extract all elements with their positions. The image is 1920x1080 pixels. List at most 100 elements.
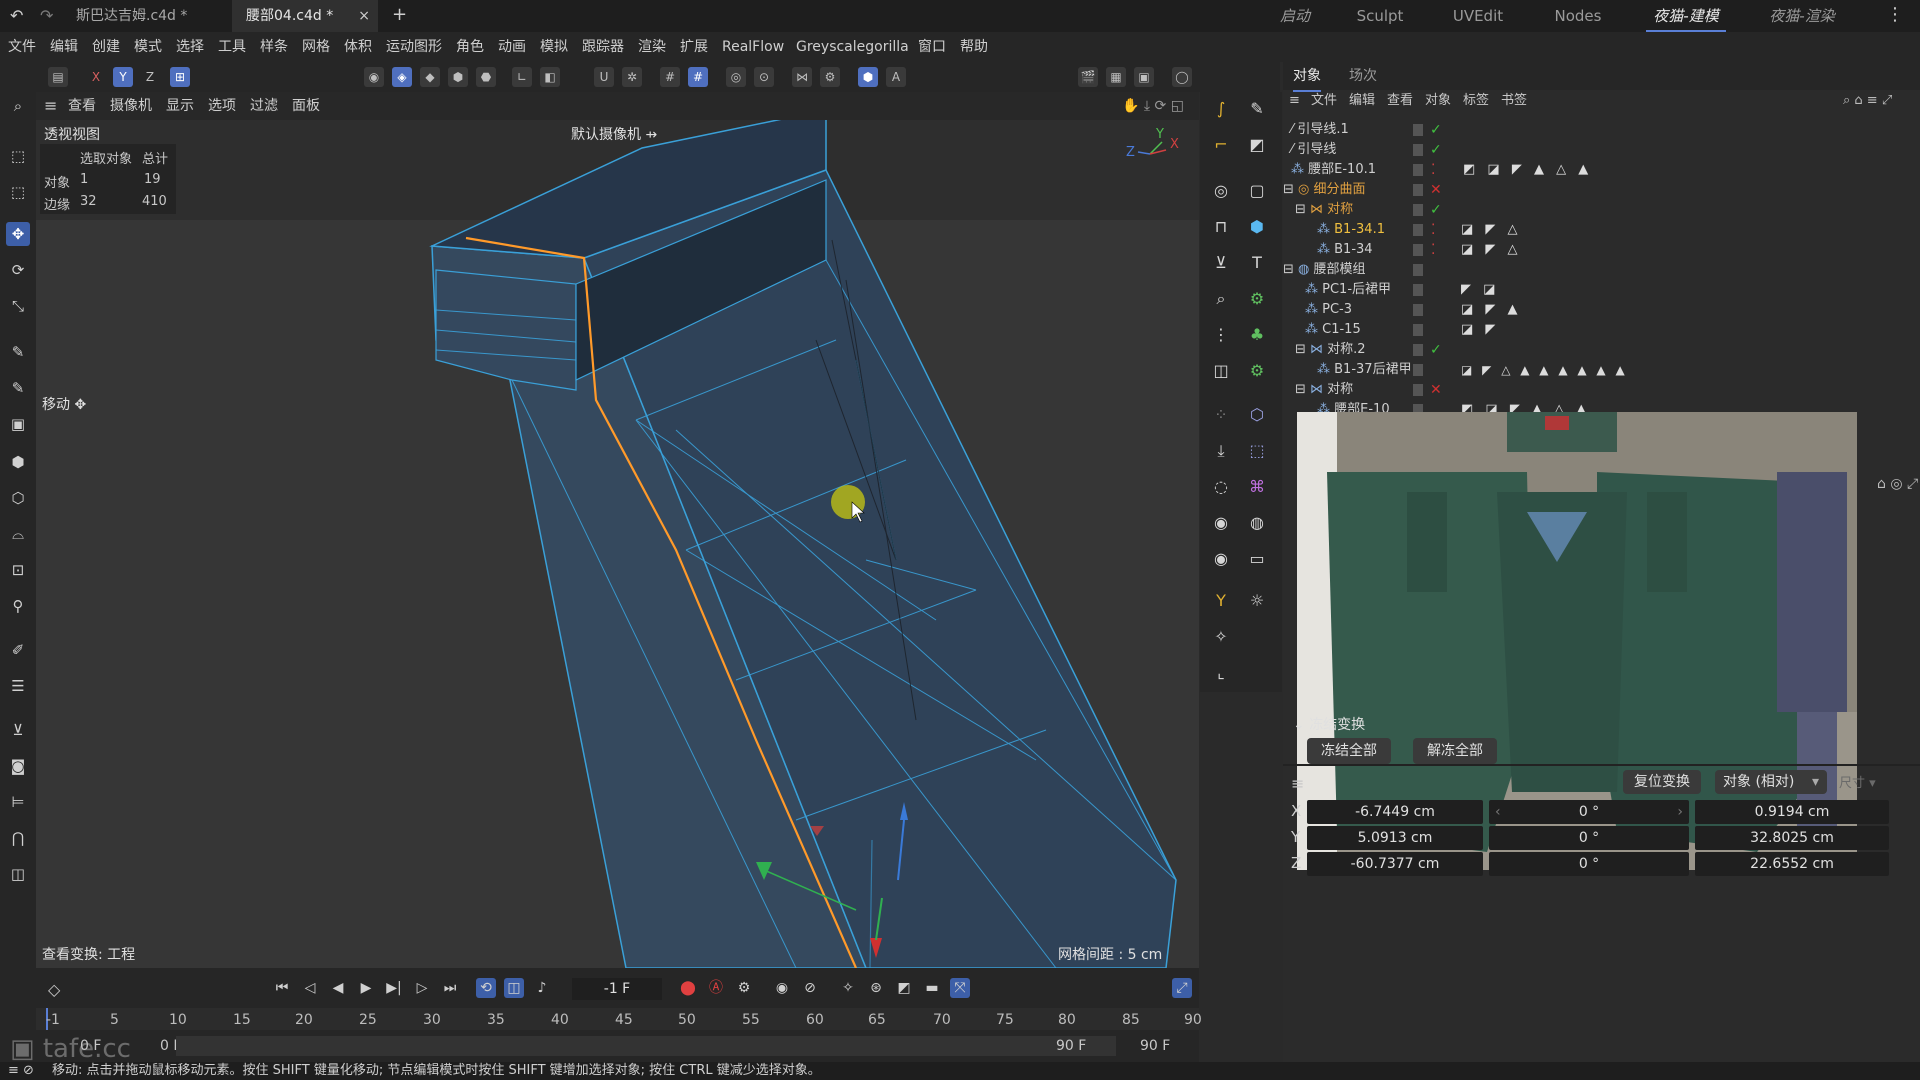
move-tool-icon[interactable]: ✥: [6, 222, 30, 246]
om-hamburger-icon[interactable]: ≡: [1289, 90, 1300, 112]
cube-primitive-icon[interactable]: ⬢: [1244, 214, 1270, 240]
axis-x-toggle[interactable]: X: [86, 67, 106, 87]
go-to-end-icon[interactable]: ⏭: [440, 978, 460, 998]
menu-character[interactable]: 角色: [456, 32, 484, 62]
visibility-dot[interactable]: [1413, 264, 1423, 276]
auto-key-icon[interactable]: Ⓐ: [706, 978, 726, 998]
bridge-icon[interactable]: ⌓: [6, 522, 30, 546]
list-item[interactable]: ⁂ C1-15 ◪ ◤: [1283, 320, 1920, 340]
symmetry-object-icon[interactable]: ◫: [1208, 358, 1234, 384]
visibility-dot[interactable]: [1413, 204, 1423, 216]
hide-icon[interactable]: ◌: [1208, 474, 1234, 500]
spline-arrow-icon[interactable]: ⌐: [1208, 132, 1234, 158]
new-tab-icon[interactable]: +: [392, 4, 407, 25]
vp-menu-display[interactable]: 显示: [166, 92, 194, 120]
deformer-icon[interactable]: ⬡: [1244, 402, 1270, 428]
visibility-dot[interactable]: [1413, 184, 1423, 196]
point-level-icon[interactable]: ⊛: [866, 978, 886, 998]
floor-icon[interactable]: ⊻: [6, 718, 30, 742]
menu-select[interactable]: 选择: [176, 32, 204, 62]
rotation-y-field[interactable]: 0 °: [1489, 826, 1689, 850]
mirror-icon[interactable]: ⋈: [792, 67, 812, 87]
snap-icon[interactable]: U: [594, 67, 614, 87]
coord-mode-select[interactable]: 对象 (相对) ▾: [1715, 770, 1827, 794]
list-item[interactable]: ⁄ 引导线.1 ✓: [1283, 120, 1920, 140]
menu-volume[interactable]: 体积: [344, 32, 372, 62]
position-y-field[interactable]: 5.0913 cm: [1307, 826, 1483, 850]
keyframe-diamond-icon[interactable]: ◇: [48, 980, 60, 999]
visibility-icon[interactable]: ◉: [1208, 510, 1234, 536]
menu-help[interactable]: 帮助: [960, 32, 988, 62]
coord-system-icon[interactable]: ⊞: [170, 67, 190, 87]
visibility-dot[interactable]: [1413, 324, 1423, 336]
viewport[interactable]: Y Z X 透视视图 默认摄像机 ⇸ 选取对象 总计 对象 1 19 边缘 32…: [36, 120, 1199, 968]
joint-icon[interactable]: Y: [1208, 588, 1234, 614]
position-z-field[interactable]: -60.7377 cm: [1307, 852, 1483, 876]
status-menu-icon[interactable]: ≡ ⊘: [8, 1062, 34, 1080]
render-view-icon[interactable]: 🎬: [1078, 67, 1098, 87]
axis-mode-icon[interactable]: ∟: [512, 67, 532, 87]
menu-tools[interactable]: 工具: [218, 32, 246, 62]
bend-icon[interactable]: ⌘: [1244, 474, 1270, 500]
brush-tool-icon[interactable]: ✎: [6, 340, 30, 364]
tag-icons[interactable]: ◪ ◤ △: [1461, 240, 1522, 260]
om-menu-tags[interactable]: 标签: [1463, 90, 1489, 112]
visibility-dot[interactable]: [1413, 224, 1423, 236]
menu-create[interactable]: 创建: [92, 32, 120, 62]
unfreeze-all-button[interactable]: 解冻全部: [1413, 738, 1497, 764]
menu-simulate[interactable]: 模拟: [540, 32, 568, 62]
workplane-icon[interactable]: #: [688, 67, 708, 87]
redo-icon[interactable]: ↷: [40, 6, 53, 25]
menu-animate[interactable]: 动画: [498, 32, 526, 62]
visibility-dot[interactable]: [1413, 384, 1423, 396]
live-select-icon[interactable]: ⬚: [6, 144, 30, 168]
more-icon[interactable]: ⋮: [1886, 4, 1904, 25]
motion-path-icon[interactable]: ✧: [838, 978, 858, 998]
freeze-section-title[interactable]: ⌄ 冻结变换: [1293, 714, 1365, 734]
menu-mograph[interactable]: 运动图形: [386, 32, 442, 62]
eye-filter-icon[interactable]: ◉: [1208, 546, 1234, 572]
layers-icon[interactable]: ☰: [6, 674, 30, 698]
visibility-dot[interactable]: [1413, 144, 1423, 156]
om-menu-view[interactable]: 查看: [1387, 90, 1413, 112]
symmetry-tool-icon[interactable]: ⊙: [754, 67, 774, 87]
menu-spline[interactable]: 样条: [260, 32, 288, 62]
points-mode-icon[interactable]: ◆: [420, 67, 440, 87]
menu-window[interactable]: 窗口: [918, 32, 946, 62]
scale-tool-icon[interactable]: ⤡: [6, 294, 30, 318]
visibility-dot[interactable]: [1413, 244, 1423, 256]
menu-realflow[interactable]: RealFlow: [722, 32, 784, 62]
vp-menu-options[interactable]: 选项: [208, 92, 236, 120]
loop-icon[interactable]: ⟲: [476, 978, 496, 998]
rotation-z-field[interactable]: 0 °: [1489, 852, 1689, 876]
subdivision-icon[interactable]: ◎: [1208, 178, 1234, 204]
grid-icon[interactable]: #: [660, 67, 680, 87]
ffd-icon[interactable]: ⬚: [1244, 438, 1270, 464]
record-icon[interactable]: ⬤: [678, 978, 698, 998]
prev-key-icon[interactable]: ◁: [300, 978, 320, 998]
list-item[interactable]: ⁂ PC1-后裙甲 ◤ ◪: [1283, 280, 1920, 300]
effector-icon[interactable]: ♣: [1244, 322, 1270, 348]
play-icon[interactable]: ▶: [356, 978, 376, 998]
om-menu-edit[interactable]: 编辑: [1349, 90, 1375, 112]
key-rotation-icon[interactable]: ⊘: [800, 978, 820, 998]
tag-icons[interactable]: ◪ ◤ ▲: [1461, 300, 1522, 320]
layout-tab-uvedit[interactable]: UVEdit: [1448, 0, 1508, 32]
layout-tab-nodes[interactable]: Nodes: [1548, 0, 1608, 32]
tab-file-1[interactable]: 斯巴达吉姆.c4d *: [62, 0, 232, 32]
array-icon[interactable]: ⁘: [1208, 402, 1234, 428]
next-key-icon[interactable]: ▷: [412, 978, 432, 998]
layout-tab-modeling[interactable]: 夜猫-建模: [1646, 0, 1726, 32]
menu-edit[interactable]: 编辑: [50, 32, 78, 62]
position-x-field[interactable]: -6.7449 cm: [1307, 800, 1483, 824]
split-icon[interactable]: ◫: [6, 862, 30, 886]
coord-hamburger-icon[interactable]: ≡: [1291, 774, 1304, 793]
tag-icons[interactable]: ◩ ◪ ◤ ▲ △ ▲: [1463, 160, 1592, 180]
render-settings-icon[interactable]: ▣: [1134, 67, 1154, 87]
undo-history-icon[interactable]: ▤: [48, 67, 68, 87]
reset-transform-button[interactable]: 复位变换: [1623, 770, 1701, 794]
list-item[interactable]: ⁂ B1-34.1 ⁚ ◪ ◤ △: [1283, 220, 1920, 240]
go-to-start-icon[interactable]: ⏮: [272, 978, 292, 998]
fps-icon[interactable]: ◫: [504, 978, 524, 998]
menu-mode[interactable]: 模式: [134, 32, 162, 62]
